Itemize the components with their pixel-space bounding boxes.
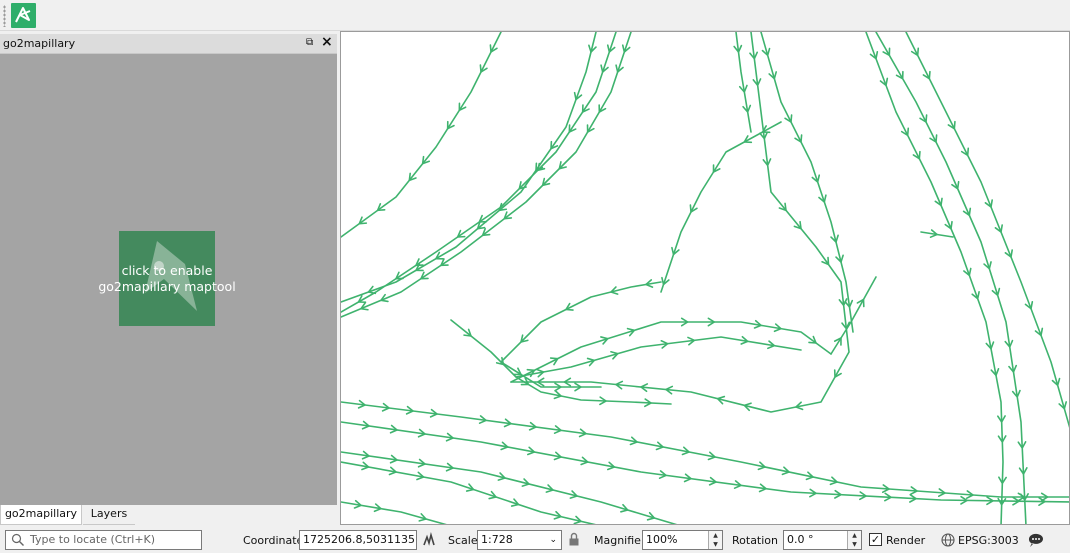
mapillary-sequence-line bbox=[341, 32, 597, 303]
crs-label[interactable]: EPSG:3003 bbox=[958, 534, 1019, 547]
coordinate-field[interactable]: 1725206.8,5031135.9 bbox=[299, 530, 417, 550]
magnifier-value: 100% bbox=[646, 533, 678, 546]
mapillary-sequence-line bbox=[660, 121, 782, 293]
float-dock-icon[interactable]: ⧉ bbox=[306, 37, 317, 49]
tab-layers[interactable]: Layers bbox=[83, 505, 135, 525]
mapillary-sequence-line bbox=[341, 32, 502, 238]
dock-tab-bar: go2mapillary Layers bbox=[0, 505, 337, 525]
mapillary-sequence-line bbox=[865, 32, 1004, 524]
toggle-extents-mouse-icon[interactable] bbox=[421, 532, 437, 548]
rotation-spinbox[interactable]: 0.0 ° ▲ ▼ bbox=[783, 530, 862, 550]
close-icon[interactable]: × bbox=[321, 35, 333, 49]
mapillary-sequence-line bbox=[341, 32, 632, 318]
enable-maptool-button[interactable]: click to enable go2mapillary maptool bbox=[98, 231, 236, 326]
tab-go2mapillary[interactable]: go2mapillary bbox=[0, 505, 82, 525]
map-canvas[interactable] bbox=[340, 31, 1070, 525]
dock-title: go2mapillary bbox=[3, 37, 76, 50]
mapillary-sequence-line bbox=[450, 319, 672, 405]
rotation-spin-buttons[interactable]: ▲ ▼ bbox=[847, 531, 861, 549]
lock-scale-icon[interactable] bbox=[568, 532, 580, 547]
mapillary-tracks-layer bbox=[341, 32, 1069, 524]
mapillary-sequence-line bbox=[515, 336, 802, 378]
render-checkbox[interactable]: ✓ bbox=[869, 533, 882, 546]
dock-title-bar: go2mapillary ⧉ × bbox=[0, 34, 337, 54]
render-label: Render bbox=[886, 534, 926, 547]
magnifier-spinbox[interactable]: 100% ▲ ▼ bbox=[642, 530, 723, 550]
mapillary-sequence-line bbox=[341, 401, 1069, 498]
mapillary-sequence-line bbox=[830, 276, 877, 355]
mapillary-sequence-line bbox=[875, 32, 1027, 524]
search-icon bbox=[11, 533, 24, 546]
chevron-down-icon: ⌄ bbox=[549, 535, 557, 545]
status-bar: Type to locate (Ctrl+K) Coordinate 17252… bbox=[0, 527, 1070, 553]
rotation-value: 0.0 ° bbox=[787, 533, 814, 546]
go2mapillary-toolbar-button[interactable] bbox=[11, 3, 36, 28]
globe-icon[interactable] bbox=[941, 533, 955, 547]
mapillary-logo-icon bbox=[15, 7, 31, 23]
magnifier-spin-buttons[interactable]: ▲ ▼ bbox=[708, 531, 722, 549]
scale-combobox[interactable]: 1:728 ⌄ bbox=[477, 530, 562, 550]
locator-search-box[interactable]: Type to locate (Ctrl+K) bbox=[5, 530, 202, 550]
locator-placeholder: Type to locate (Ctrl+K) bbox=[30, 533, 156, 546]
mapillary-sequence-line bbox=[510, 32, 850, 413]
mapillary-sequence-line bbox=[341, 421, 1069, 503]
messages-icon[interactable] bbox=[1028, 533, 1044, 548]
scale-label: Scale bbox=[448, 534, 478, 547]
coordinate-label: Coordinate bbox=[243, 534, 304, 547]
scale-value: 1:728 bbox=[481, 533, 513, 546]
mapillary-sequence-line bbox=[735, 32, 752, 133]
mapillary-sequence-line bbox=[905, 32, 1069, 428]
toolbar-grip[interactable] bbox=[3, 5, 6, 27]
magnifier-label: Magnifier bbox=[594, 534, 646, 547]
mapillary-sequence-line bbox=[341, 32, 617, 313]
mapillary-sequence-line bbox=[500, 281, 662, 388]
mapillary-sequence-line bbox=[341, 501, 447, 524]
mapillary-sequence-line bbox=[341, 461, 596, 524]
mapillary-sequence-line bbox=[510, 321, 832, 383]
go2mapillary-dock: go2mapillary ⧉ × click to enable go2mapi… bbox=[0, 34, 337, 525]
maptool-button-label: click to enable go2mapillary maptool bbox=[98, 263, 236, 294]
plugin-toolbar bbox=[0, 0, 1070, 31]
rotation-label: Rotation bbox=[732, 534, 779, 547]
